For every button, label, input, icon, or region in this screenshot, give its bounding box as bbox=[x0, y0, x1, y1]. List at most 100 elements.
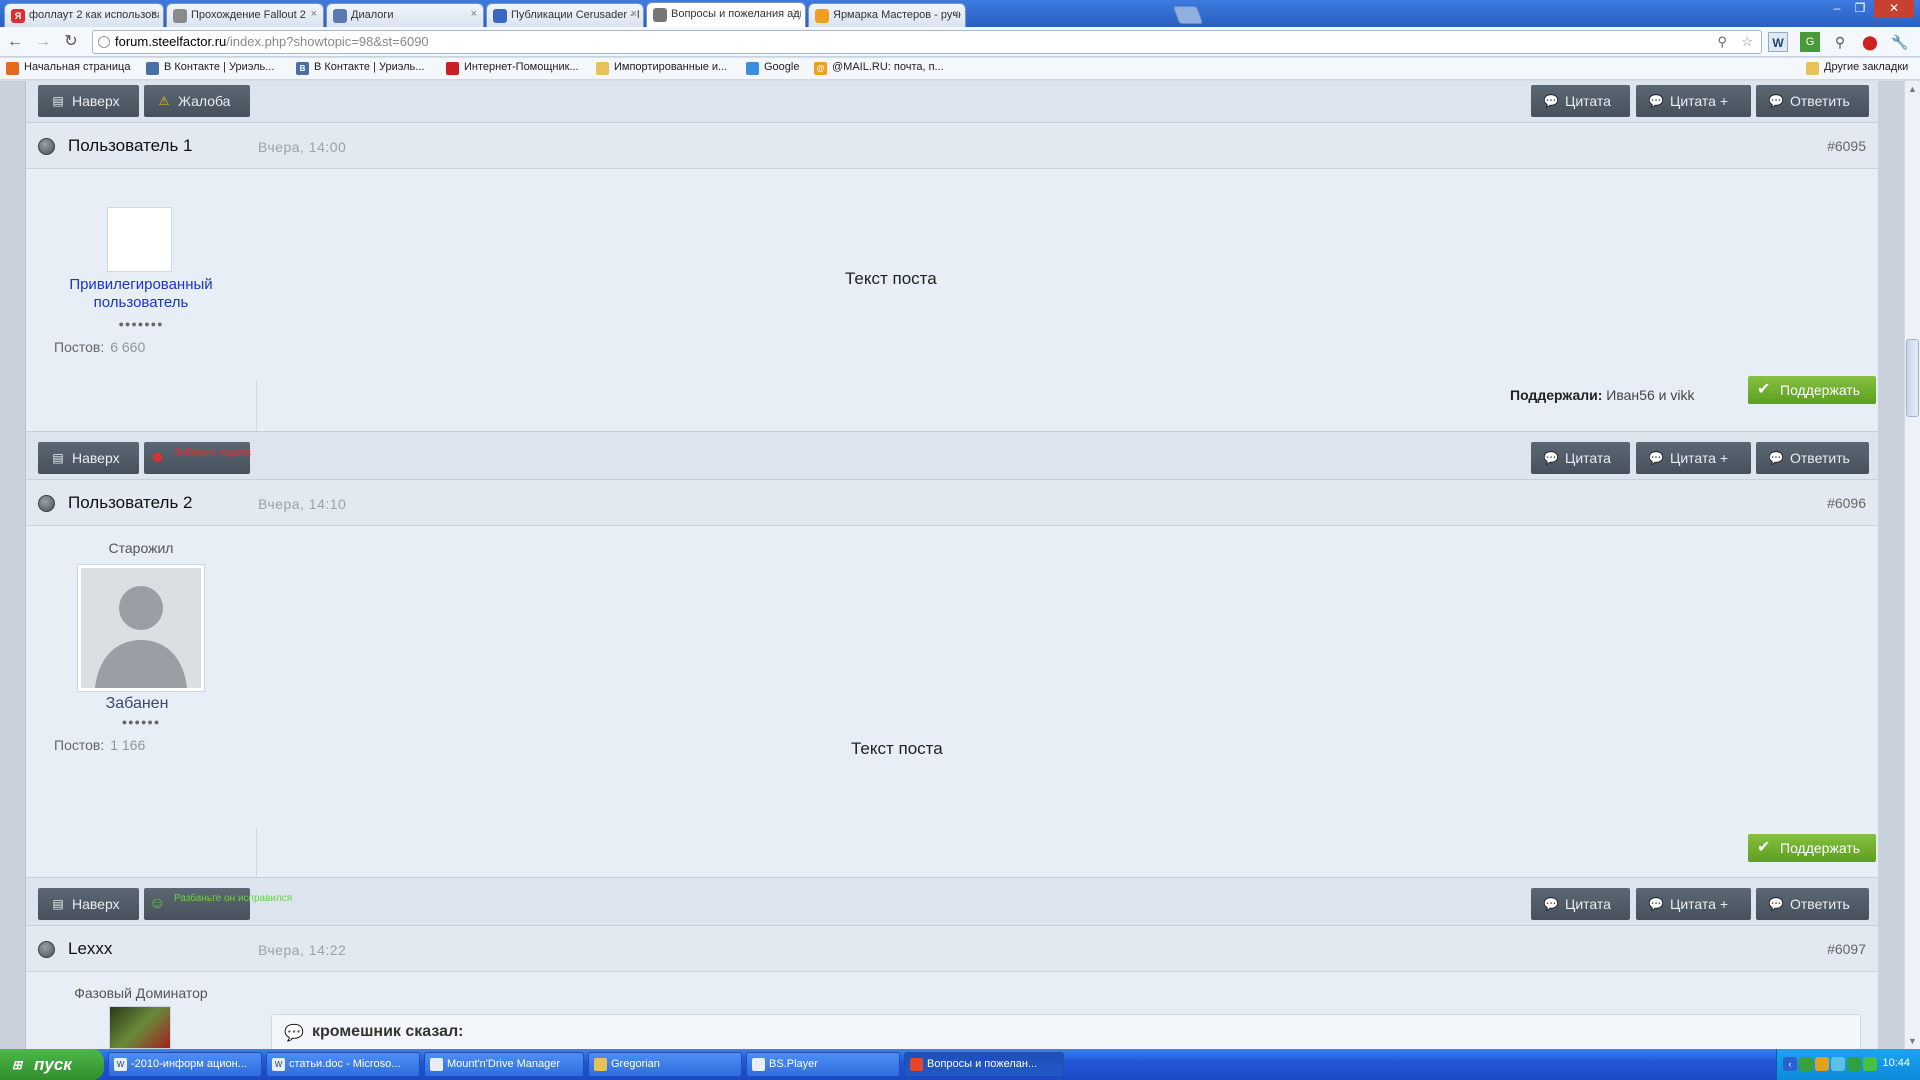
tray-app-icon[interactable] bbox=[1815, 1057, 1829, 1071]
forward-arrow-icon[interactable]: → bbox=[32, 31, 54, 53]
post-author[interactable]: Пользователь 2 bbox=[68, 493, 193, 513]
quote-plus-button[interactable]: 💬 Цитата + bbox=[1636, 85, 1751, 117]
word-icon: W bbox=[114, 1058, 127, 1071]
top-button[interactable]: ▤ Наверх bbox=[38, 85, 139, 117]
post-date: Вчера, 14:00 bbox=[258, 139, 347, 155]
bookmark-label: В Контакте | Уриэль... bbox=[164, 61, 275, 73]
bookmark-0[interactable]: Начальная страница bbox=[6, 61, 130, 77]
button-label: Цитата + bbox=[1670, 450, 1729, 466]
post-header: Lexxx Вчера, 14:22 #6097 bbox=[26, 926, 1878, 972]
quote-plus-button[interactable]: 💬 Цитата + bbox=[1636, 888, 1751, 920]
post-actions-bar: ▤ Наверх ⚠ Жалоба 💬 Цитата 💬 Цитата + 💬 Ответ… bbox=[26, 81, 1878, 123]
chevron-left-icon[interactable]: ‹ bbox=[1783, 1057, 1797, 1071]
top-button[interactable]: ▤ Наверх bbox=[38, 888, 139, 920]
quote-button[interactable]: 💬 Цитата bbox=[1531, 888, 1630, 920]
url-path: /index.php?showtopic=98&st=6090 bbox=[226, 34, 429, 49]
tab-2[interactable]: Диалоги × bbox=[326, 3, 484, 27]
taskbar-item[interactable]: BS.Player bbox=[746, 1052, 900, 1077]
tab-label: Ярмарка Мастеров - ручная bbox=[833, 9, 961, 21]
close-icon[interactable]: × bbox=[471, 8, 477, 20]
extension-w-icon[interactable]: W bbox=[1768, 32, 1788, 52]
liked-names[interactable]: Иван56 и vikk bbox=[1606, 387, 1694, 403]
post-id-link[interactable]: #6095 bbox=[1827, 138, 1866, 154]
tray-app-icon[interactable] bbox=[1831, 1057, 1845, 1071]
bookmark-2[interactable]: B В Контакте | Уриэль... bbox=[296, 61, 424, 77]
taskbar-item[interactable]: Mount'n'Drive Manager bbox=[424, 1052, 584, 1077]
address-bar[interactable]: forum.steelfactor.ru/index.php?showtopic… bbox=[92, 30, 1762, 54]
quote-plus-button[interactable]: 💬 Цитата + bbox=[1636, 442, 1751, 474]
browser-toolbar: ← → ↻ forum.steelfactor.ru/index.php?sho… bbox=[0, 27, 1920, 57]
post-count-label: Постов: bbox=[54, 339, 105, 355]
minimize-button[interactable]: – bbox=[1826, 0, 1848, 17]
bookmark-4[interactable]: Импортированные и... bbox=[596, 61, 727, 77]
yandex-icon: Я bbox=[11, 9, 25, 23]
tab-label: Прохождение Fallout 2 bbox=[191, 9, 306, 21]
top-button[interactable]: ▤ Наверх bbox=[38, 442, 139, 474]
reply-button[interactable]: 💬 Ответить bbox=[1756, 85, 1869, 117]
post-author[interactable]: Lexxx bbox=[68, 939, 112, 959]
bookmark-3[interactable]: Интернет-Помощник... bbox=[446, 61, 579, 77]
taskbar-item-active[interactable]: Вопросы и пожелан... bbox=[904, 1052, 1064, 1077]
support-button[interactable]: ✔ Поддержать bbox=[1748, 834, 1876, 862]
ban-button[interactable]: ☻ Забаньте чудика bbox=[144, 442, 251, 474]
button-label: Цитата + bbox=[1670, 93, 1729, 109]
network-icon[interactable] bbox=[1863, 1057, 1877, 1071]
button-label: Ответить bbox=[1790, 450, 1850, 466]
tab-5[interactable]: Ярмарка Мастеров - ручная × bbox=[808, 3, 966, 27]
search-icon[interactable]: ⚲ bbox=[1717, 31, 1727, 53]
post-count: Постов: 1 166 bbox=[54, 737, 145, 753]
close-icon[interactable]: × bbox=[311, 8, 317, 20]
reload-icon[interactable]: ↻ bbox=[60, 31, 82, 53]
close-icon[interactable]: × bbox=[631, 8, 637, 20]
unban-button[interactable]: ☺ Разбаньте он исправился bbox=[144, 888, 292, 920]
windows-taskbar: ⊞ пуск W -2010-информ ацион... Wстатьи.doc… bbox=[0, 1049, 1920, 1080]
vertical-scrollbar[interactable]: ▲ ▼ bbox=[1904, 81, 1920, 1049]
post-header: Пользователь 1 Вчера, 14:00 #6095 bbox=[26, 123, 1878, 169]
taskbar-item[interactable]: Wстатьи.doc - Microso... bbox=[266, 1052, 420, 1077]
start-button[interactable]: ⊞ пуск bbox=[0, 1049, 104, 1080]
user-group-banned[interactable]: Забанен bbox=[37, 695, 237, 713]
tray-app-icon[interactable] bbox=[1847, 1057, 1861, 1071]
taskbar-item[interactable]: W -2010-информ ацион... bbox=[108, 1052, 262, 1077]
complaint-button[interactable]: ⚠ Жалоба bbox=[144, 85, 250, 117]
support-button[interactable]: ✔ Поддержать bbox=[1748, 376, 1876, 404]
reply-button[interactable]: 💬 Ответить bbox=[1756, 888, 1869, 920]
taskbar-item[interactable]: Gregorian bbox=[588, 1052, 742, 1077]
scroll-down-arrow-icon[interactable]: ▼ bbox=[1905, 1033, 1920, 1049]
quote-button[interactable]: 💬 Цитата bbox=[1531, 442, 1630, 474]
post-author[interactable]: Пользователь 1 bbox=[68, 136, 193, 156]
quote-button[interactable]: 💬 Цитата bbox=[1531, 85, 1630, 117]
bookmark-1[interactable]: В Контакте | Уриэль... bbox=[146, 61, 274, 77]
opera-icon[interactable]: ⬤ bbox=[1860, 32, 1880, 52]
quote-bubble-icon: 💬 bbox=[1648, 94, 1664, 108]
button-label: Ответить bbox=[1790, 896, 1850, 912]
post-id-link[interactable]: #6096 bbox=[1827, 495, 1866, 511]
tab-3[interactable]: Публикации Cerusader - Мет × bbox=[486, 3, 644, 27]
back-arrow-icon[interactable]: ← bbox=[4, 31, 26, 53]
reply-button[interactable]: 💬 Ответить bbox=[1756, 442, 1869, 474]
tray-app-icon[interactable] bbox=[1799, 1057, 1813, 1071]
tab-0[interactable]: Я фоллаут 2 как использовать × bbox=[4, 3, 164, 27]
tab-1[interactable]: Прохождение Fallout 2 × bbox=[166, 3, 324, 27]
star-icon[interactable]: ☆ bbox=[1741, 31, 1753, 53]
other-bookmarks[interactable]: Другие закладки bbox=[1806, 61, 1908, 77]
scroll-thumb[interactable] bbox=[1906, 339, 1919, 417]
scroll-up-arrow-icon[interactable]: ▲ bbox=[1905, 81, 1920, 97]
maximize-button[interactable]: ❐ bbox=[1849, 0, 1871, 17]
button-label: Цитата + bbox=[1670, 896, 1729, 912]
task-label: -2010-информ ацион... bbox=[131, 1058, 247, 1070]
close-icon[interactable]: × bbox=[793, 7, 799, 19]
close-icon[interactable]: × bbox=[151, 8, 157, 20]
extension-green-icon[interactable]: G bbox=[1800, 32, 1820, 52]
close-icon[interactable]: × bbox=[953, 8, 959, 20]
post-id-link[interactable]: #6097 bbox=[1827, 941, 1866, 957]
user-group[interactable]: Привилегированный пользователь bbox=[41, 276, 241, 312]
wrench-icon[interactable]: 🔧 bbox=[1890, 32, 1910, 52]
magnifier-icon[interactable]: ⚲ bbox=[1830, 32, 1850, 52]
bookmark-5[interactable]: Google bbox=[746, 61, 799, 77]
bookmark-6[interactable]: @ @MAIL.RU: почта, п... bbox=[814, 61, 944, 77]
new-tab-button[interactable] bbox=[1172, 6, 1204, 24]
close-window-button[interactable]: ✕ bbox=[1874, 0, 1914, 17]
tab-4-active[interactable]: Вопросы и пожелания админ × bbox=[646, 2, 806, 27]
button-label: Поддержать bbox=[1780, 382, 1861, 398]
